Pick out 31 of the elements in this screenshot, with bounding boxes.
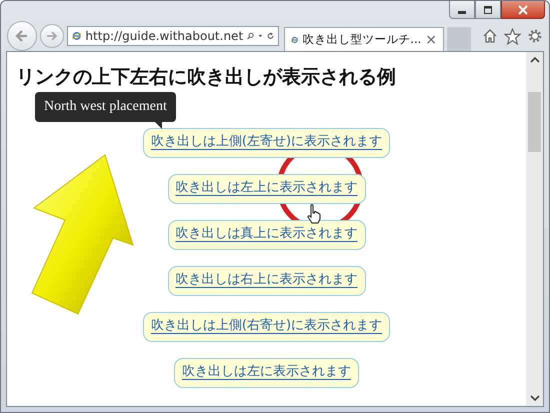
minimize-icon	[458, 11, 466, 14]
maximize-icon	[482, 4, 494, 14]
tooltip-link[interactable]: 吹き出しは右上に表示されます	[168, 266, 366, 296]
close-button[interactable]	[501, 1, 545, 19]
tooltip-link[interactable]: 吹き出しは上側(右寄せ)に表示されます	[142, 312, 390, 342]
scrollbar-thumb[interactable]	[528, 92, 541, 152]
address-bar[interactable]: http://guide.withabout.net	[67, 26, 279, 46]
tooltip-link[interactable]: 吹き出しは真上に表示されます	[168, 220, 366, 250]
scroll-up-icon[interactable]	[530, 56, 540, 64]
minimize-button[interactable]	[449, 1, 475, 19]
tab-close-button[interactable]: ×	[425, 32, 437, 48]
refresh-icon[interactable]	[266, 30, 274, 42]
scrollbar[interactable]	[526, 52, 543, 406]
page-heading: リンクの上下左右に吹き出しが表示される例	[16, 65, 397, 90]
tooltip-text: North west placement	[44, 99, 167, 114]
tooltip-link[interactable]: 吹き出しは上側(左寄せ)に表示されます	[142, 128, 390, 158]
favorites-star-icon[interactable]	[504, 28, 521, 44]
tab-title: 吹き出し型ツールチ...	[302, 32, 422, 47]
home-icon[interactable]	[482, 28, 498, 44]
search-icon[interactable]	[247, 30, 254, 42]
hand-cursor-icon	[307, 204, 321, 224]
maximize-button[interactable]	[475, 1, 501, 19]
scroll-down-icon[interactable]	[530, 394, 540, 402]
tooltip-link[interactable]: 吹き出しは左上に表示されます	[168, 174, 366, 204]
tooltip-link[interactable]: 吹き出しは左に表示されます	[174, 358, 359, 388]
address-text: http://guide.withabout.net	[85, 29, 244, 43]
close-icon	[517, 4, 529, 14]
dropdown-caret-icon[interactable]	[258, 33, 263, 39]
browser-tab[interactable]: 吹き出し型ツールチ... ×	[284, 27, 444, 51]
settings-icon[interactable]	[527, 28, 543, 44]
back-button[interactable]	[7, 21, 37, 51]
